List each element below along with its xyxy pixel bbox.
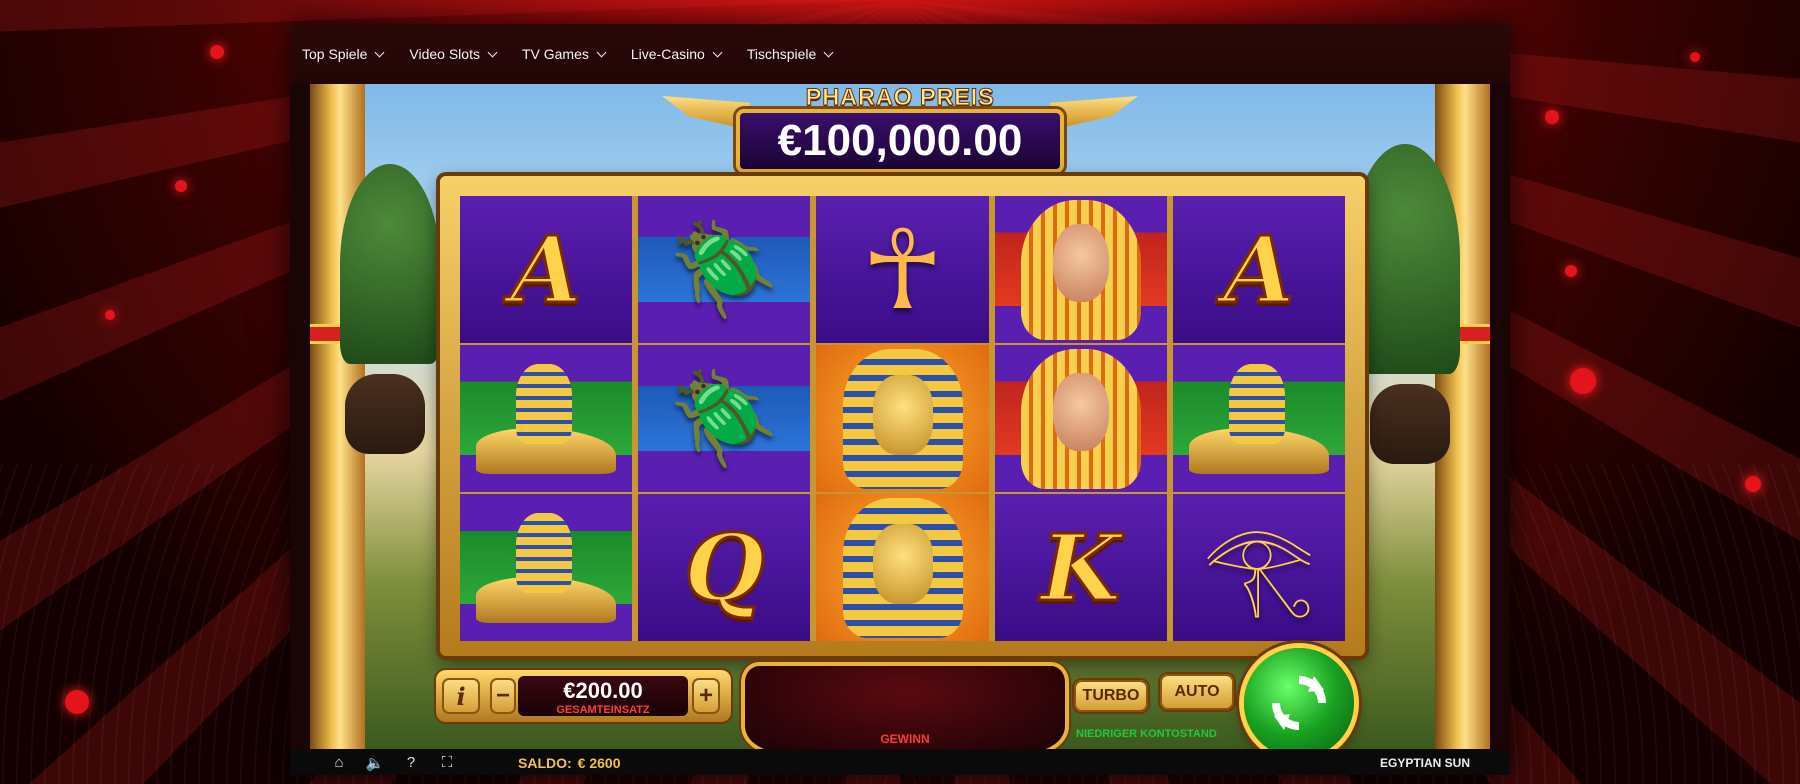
game-name: EGYPTIAN SUN [1379,756,1470,770]
symbol-q: Q [638,494,811,641]
auto-label: AUTO [1174,683,1220,700]
decor-dot [1745,476,1761,492]
chevron-down-icon [374,47,385,57]
decor-dot [65,690,89,714]
win-label: GEWINN [880,732,930,746]
symbol-queen [994,196,1167,343]
minus-icon: − [495,682,510,709]
nav-item-live-casino[interactable]: Live-Casino [630,46,723,62]
jackpot-value: €100,000.00 [777,116,1023,165]
decor-dot [175,180,187,192]
reels-grid: A 🪲 🪲 Q ☥ K A 𓂀 [460,196,1346,641]
decor-dot [1570,368,1596,394]
nav-label: TV Games [521,46,589,62]
total-bet-display: €200.00 GESAMTEINSATZ [518,676,688,716]
low-balance-warning: NIEDRIGER KONTOSTAND [1076,728,1217,740]
ankh-icon: ☥ [861,205,944,334]
home-icon[interactable]: ⌂ [328,754,350,771]
symbol-eye-of-horus: 𓂀 [1172,494,1346,641]
symbol-a: A [1172,196,1346,343]
palm-plant-left [340,164,440,364]
chevron-down-icon [596,47,607,57]
palm-plant-right [1350,144,1460,374]
decor-dot [105,310,115,320]
reel-5: A 𓂀 [1172,196,1346,641]
decor-dot [1690,52,1700,62]
refresh-icon [1272,676,1326,730]
nav-label: Live-Casino [630,46,705,62]
chevron-down-icon [712,47,723,57]
reel-frame: A 🪲 🪲 Q ☥ K A 𓂀 [440,176,1365,656]
spin-button[interactable] [1244,648,1354,749]
fullscreen-icon[interactable]: ⛶ [436,754,458,771]
jackpot-title: PHARAO PREIS [805,84,995,112]
scarab-icon: 🪲 [668,368,781,469]
balance-value: € 2600 [577,754,621,771]
controls-panel: i − €200.00 GESAMTEINSATZ + GEWINN TURBO [436,648,1366,749]
turbo-label: TURBO [1082,687,1140,704]
decor-dot [1565,265,1577,277]
symbol-scarab: 🪲 [638,196,811,343]
vase-right [1370,384,1450,464]
symbol-sphinx [460,345,633,492]
info-button[interactable]: i [442,678,480,714]
reel-1: A [460,196,633,641]
pharaoh-icon [842,348,963,489]
slot-game-canvas: PHARAO PREIS €100,000.00 A 🪲 🪲 Q ☥ K A 𓂀… [310,84,1490,749]
win-display: GEWINN [741,662,1069,749]
scarab-icon: 🪲 [668,219,781,320]
eye-of-horus-icon: 𓂀 [1202,514,1316,620]
status-bar: ⌂ 🔈 ? ⛶ SALDO: € 2600 EGYPTIAN SUN [290,750,1510,775]
increase-bet-button[interactable]: + [692,678,720,714]
symbol-pharaoh [816,494,989,641]
help-icon[interactable]: ? [400,754,422,771]
nav-item-top-spiele[interactable]: Top Spiele [302,46,385,62]
symbol-k: K [994,494,1167,641]
queen-icon [1020,348,1141,489]
total-bet-value: €200.00 [563,678,643,703]
decor-dot [210,45,224,59]
nav-label: Top Spiele [302,46,368,62]
nav-label: Video Slots [409,46,480,62]
symbol-ankh: ☥ [816,196,989,343]
auto-button[interactable]: AUTO [1160,674,1234,710]
nav-label: Tischspiele [746,46,817,62]
symbol-queen [994,345,1167,492]
vase-left [345,374,425,454]
bet-bar: i − €200.00 GESAMTEINSATZ + [436,670,731,722]
chevron-down-icon [487,47,498,57]
sound-icon[interactable]: 🔈 [364,754,386,772]
chevron-down-icon [823,47,834,57]
reel-3: ☥ [816,196,989,641]
sphinx-icon [476,363,617,474]
symbol-sphinx [1172,345,1346,492]
symbol-scarab: 🪲 [638,345,811,492]
plus-icon: + [698,682,713,709]
sphinx-icon [1188,363,1329,474]
jackpot-display: €100,000.00 [736,109,1064,173]
symbol-pharaoh [816,345,989,492]
total-bet-label: GESAMTEINSATZ [556,704,650,716]
decrease-bet-button[interactable]: − [490,678,516,714]
top-navigation: Top Spiele Video Slots TV Games Live-Cas… [290,24,1510,84]
symbol-sphinx [460,494,633,641]
nav-item-tv-games[interactable]: TV Games [521,46,607,62]
reel-2: 🪲 🪲 Q [638,196,811,641]
reel-4: K [994,196,1167,641]
decor-dot [1545,110,1559,124]
balance-label: SALDO: [518,754,572,771]
nav-item-tischspiele[interactable]: Tischspiele [746,46,834,62]
queen-icon [1020,199,1141,340]
turbo-button[interactable]: TURBO [1074,680,1148,712]
sphinx-icon [476,512,617,623]
game-frame: Top Spiele Video Slots TV Games Live-Cas… [290,24,1510,775]
info-icon: i [456,681,466,711]
pharaoh-icon [842,497,963,638]
symbol-a: A [460,196,633,343]
nav-item-video-slots[interactable]: Video Slots [409,46,498,62]
